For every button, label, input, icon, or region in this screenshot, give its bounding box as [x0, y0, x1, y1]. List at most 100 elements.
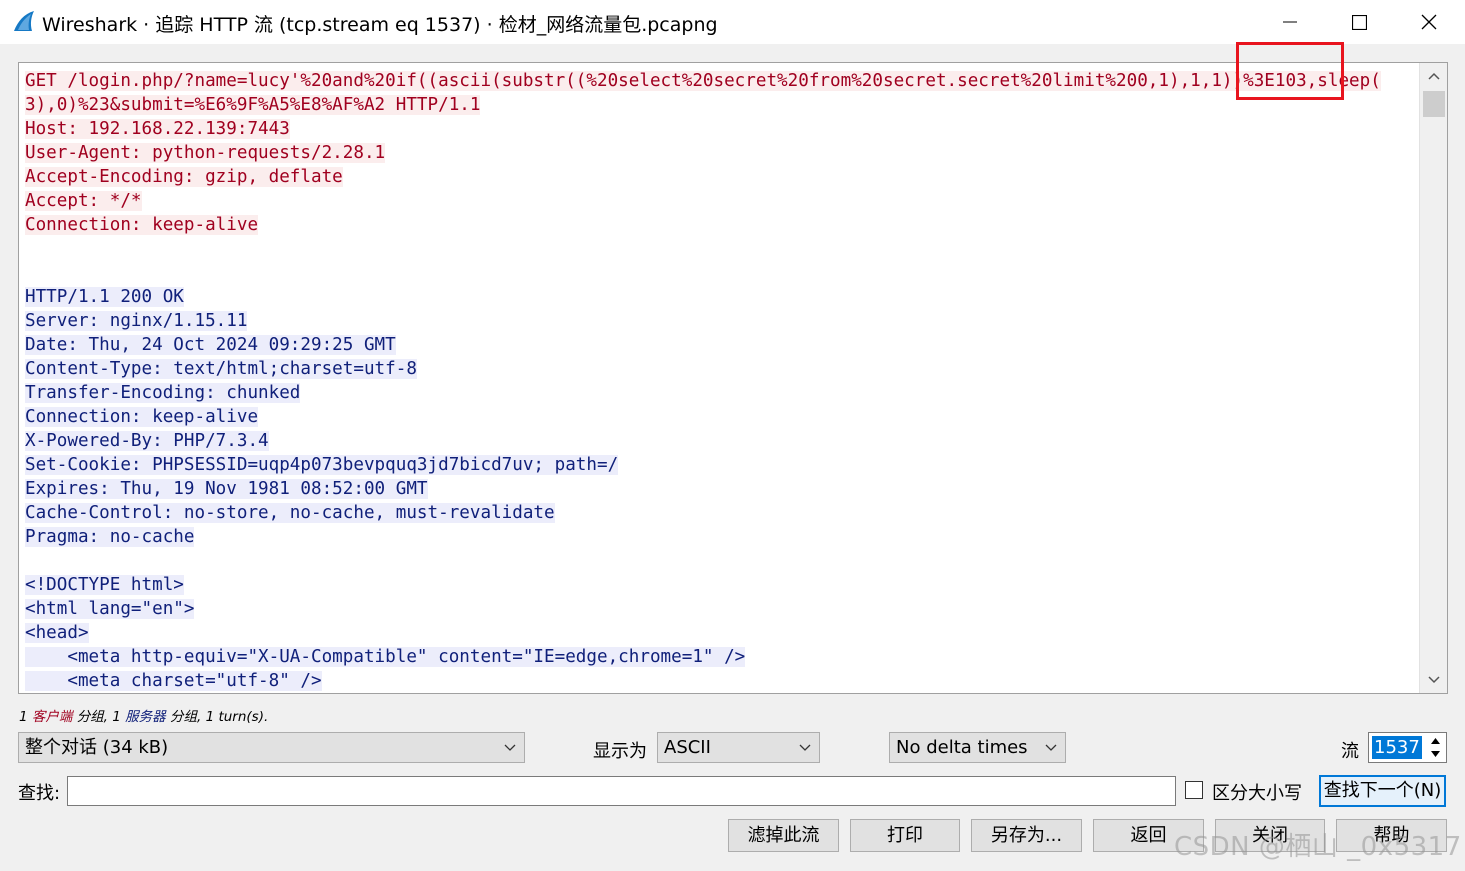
- find-next-button[interactable]: 查找下一个(N): [1319, 775, 1446, 807]
- stream-line: Host: 192.168.22.139:7443: [25, 119, 290, 139]
- chevron-down-icon: [799, 744, 811, 751]
- stream-row: Cache-Control: no-store, no-cache, must-…: [25, 501, 1420, 525]
- stream-row: Connection: keep-alive: [25, 405, 1420, 429]
- maximize-icon: [1351, 14, 1367, 30]
- stream-line: Accept-Encoding: gzip, deflate: [25, 167, 343, 187]
- format-select[interactable]: ASCII: [657, 732, 820, 763]
- client-count: 1: [19, 709, 28, 725]
- stream-row: Expires: Thu, 19 Nov 1981 08:52:00 GMT: [25, 477, 1420, 501]
- stream-line: <head>: [25, 623, 89, 643]
- stream-line: <html lang="en">: [25, 599, 195, 619]
- stream-line: Cache-Control: no-store, no-cache, must-…: [25, 503, 555, 523]
- filter-out-stream-button[interactable]: 滤掉此流: [728, 819, 839, 852]
- chevron-down-icon: [1427, 676, 1440, 684]
- stream-line: <meta charset="utf-8" />: [25, 671, 322, 691]
- stream-line: Transfer-Encoding: chunked: [25, 383, 301, 403]
- stream-line: Pragma: no-cache: [25, 527, 195, 547]
- maximize-button[interactable]: [1324, 0, 1394, 44]
- stream-row: Set-Cookie: PHPSESSID=uqp4p073bevpquq3jd…: [25, 453, 1420, 477]
- minimize-button[interactable]: [1255, 0, 1325, 44]
- delta-times-select[interactable]: No delta times: [889, 732, 1066, 763]
- wireshark-fin-icon: [14, 11, 34, 31]
- spin-down-button[interactable]: [1426, 748, 1444, 760]
- stream-line: <!DOCTYPE html>: [25, 575, 184, 595]
- stream-line: 3),0)%23&submit=%E6%9F%A5%E8%AF%A2 HTTP/…: [25, 95, 481, 115]
- stream-line: Connection: keep-alive: [25, 215, 259, 235]
- stream-line: Content-Type: text/html;charset=utf-8: [25, 359, 417, 379]
- client-suffix: 分组,: [76, 709, 108, 725]
- chevron-down-icon: [1045, 744, 1057, 751]
- stream-label: 流: [1341, 741, 1359, 762]
- stream-row: Server: nginx/1.15.11: [25, 309, 1420, 333]
- stream-number[interactable]: 1537: [1372, 736, 1422, 759]
- client-word: 客户端: [31, 709, 73, 725]
- stream-row: Content-Type: text/html;charset=utf-8: [25, 357, 1420, 381]
- stream-row: Host: 192.168.22.139:7443: [25, 117, 1420, 141]
- vertical-scrollbar[interactable]: [1419, 63, 1447, 693]
- stream-row: Pragma: no-cache: [25, 525, 1420, 549]
- server-word: 服务器: [125, 709, 166, 725]
- conversation-value: 整个对话 (34 kB): [25, 737, 169, 758]
- stream-line: User-Agent: python-requests/2.28.1: [25, 143, 386, 163]
- stream-row: Date: Thu, 24 Oct 2024 09:29:25 GMT: [25, 333, 1420, 357]
- scroll-thumb[interactable]: [1423, 91, 1445, 117]
- scroll-up-button[interactable]: [1420, 63, 1447, 89]
- stream-line: Date: Thu, 24 Oct 2024 09:29:25 GMT: [25, 335, 396, 355]
- minimize-icon: [1283, 21, 1297, 23]
- packet-summary: 1 客户端 分组, 1 服务器 分组, 1 turn(s).: [19, 705, 268, 725]
- find-input[interactable]: [67, 776, 1176, 806]
- print-button[interactable]: 打印: [850, 819, 960, 852]
- stream-number-spinbox[interactable]: 1537: [1368, 732, 1447, 763]
- stream-row: <meta charset="utf-8" />: [25, 669, 1420, 693]
- delta-value: No delta times: [896, 737, 1028, 758]
- stream-row: Transfer-Encoding: chunked: [25, 381, 1420, 405]
- stream-row: GET /login.php/?name=lucy'%20and%20if((a…: [25, 69, 1420, 93]
- stream-line: Expires: Thu, 19 Nov 1981 08:52:00 GMT: [25, 479, 428, 499]
- back-button[interactable]: 返回: [1093, 819, 1204, 852]
- format-value: ASCII: [664, 737, 711, 758]
- stream-line: <meta http-equiv="X-UA-Compatible" conte…: [25, 647, 746, 667]
- turn-count: 1 turn(s).: [205, 709, 269, 725]
- server-body-block: <!DOCTYPE html> <html lang="en"> <head> <m…: [25, 573, 1420, 693]
- stream-row: <head>: [25, 621, 1420, 645]
- triangle-up-icon: [1430, 738, 1440, 744]
- stream-content-pane[interactable]: GET /login.php/?name=lucy'%20and%20if((a…: [18, 62, 1448, 694]
- save-as-button[interactable]: 另存为...: [971, 819, 1082, 852]
- chevron-down-icon: [504, 744, 516, 751]
- stream-row: Accept-Encoding: gzip, deflate: [25, 165, 1420, 189]
- stream-row: X-Powered-By: PHP/7.3.4: [25, 429, 1420, 453]
- chevron-up-icon: [1427, 72, 1440, 80]
- server-response-block: HTTP/1.1 200 OK Server: nginx/1.15.11 Date…: [25, 285, 1420, 549]
- close-button[interactable]: [1394, 0, 1464, 44]
- spin-up-button[interactable]: [1426, 735, 1444, 747]
- stream-line: GET /login.php/?name=lucy'%20and%20if((a…: [25, 71, 1381, 91]
- find-label: 查找:: [18, 783, 61, 804]
- scroll-down-button[interactable]: [1420, 667, 1447, 693]
- stream-line: Server: nginx/1.15.11: [25, 311, 248, 331]
- stream-text[interactable]: GET /login.php/?name=lucy'%20and%20if((a…: [25, 69, 1420, 693]
- close-dialog-button[interactable]: 关闭: [1215, 819, 1325, 852]
- title-bar: Wireshark · 追踪 HTTP 流 (tcp.stream eq 153…: [0, 0, 1465, 44]
- case-sensitive-label[interactable]: 区分大小写: [1212, 779, 1302, 805]
- stream-row: <meta http-equiv="X-UA-Compatible" conte…: [25, 645, 1420, 669]
- window-title: Wireshark · 追踪 HTTP 流 (tcp.stream eq 153…: [42, 14, 718, 36]
- help-button[interactable]: 帮助: [1336, 819, 1447, 852]
- stream-row: Connection: keep-alive: [25, 213, 1420, 237]
- stream-row: User-Agent: python-requests/2.28.1: [25, 141, 1420, 165]
- case-sensitive-checkbox[interactable]: [1185, 781, 1203, 799]
- conversation-select[interactable]: 整个对话 (34 kB): [18, 732, 525, 763]
- triangle-down-icon: [1430, 751, 1440, 757]
- client-request-block: GET /login.php/?name=lucy'%20and%20if((a…: [25, 69, 1420, 237]
- stream-row: HTTP/1.1 200 OK: [25, 285, 1420, 309]
- show-as-label: 显示为: [593, 741, 647, 762]
- stream-row: <html lang="en">: [25, 597, 1420, 621]
- server-suffix: 分组,: [169, 709, 202, 725]
- close-icon: [1421, 14, 1437, 30]
- stream-line: X-Powered-By: PHP/7.3.4: [25, 431, 269, 451]
- stream-line: HTTP/1.1 200 OK: [25, 287, 184, 307]
- stream-line: Set-Cookie: PHPSESSID=uqp4p073bevpquq3jd…: [25, 455, 619, 475]
- stream-row: 3),0)%23&submit=%E6%9F%A5%E8%AF%A2 HTTP/…: [25, 93, 1420, 117]
